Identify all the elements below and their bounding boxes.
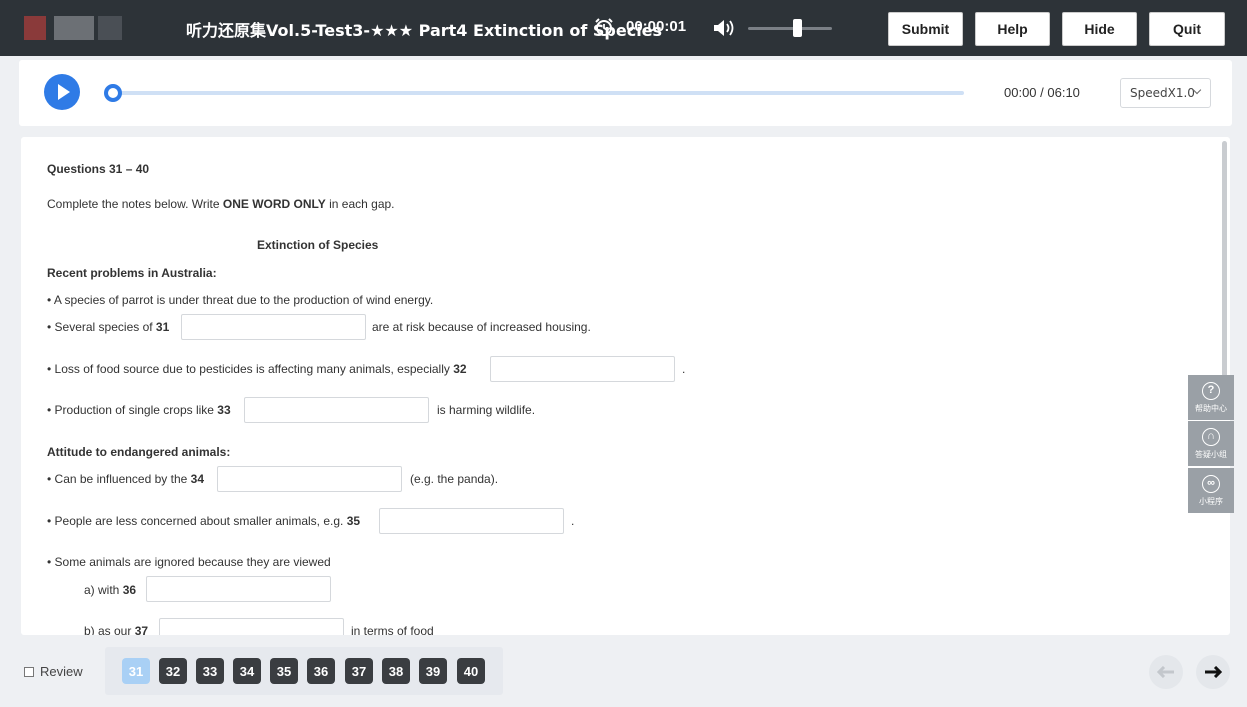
question-nav-36[interactable]: 36 [307,658,335,684]
play-button[interactable] [44,74,80,110]
submit-button[interactable]: Submit [888,12,963,46]
logo [24,16,124,40]
note-line-tail: . [682,362,686,376]
note-line: • Some animals are ignored because they … [47,555,331,569]
section-heading-attitude: Attitude to endangered animals: [47,445,231,459]
question-nav-37[interactable]: 37 [345,658,373,684]
arrow-left-icon [1157,666,1174,678]
speed-value: SpeedX1.0 [1130,86,1195,100]
answer-input-33[interactable] [244,397,429,423]
question-navigator: 31 32 33 34 35 36 37 38 39 40 [105,647,503,695]
mini-program-widget[interactable]: ∞ 小程序 [1188,468,1234,513]
note-line-tail: . [571,514,575,528]
note-line: • Loss of food source due to pesticides … [47,362,467,376]
question-nav-34[interactable]: 34 [233,658,261,684]
audio-progress-track[interactable] [111,91,964,95]
question-nav-32[interactable]: 32 [159,658,187,684]
question-panel: Questions 31 – 40 Complete the notes bel… [21,137,1230,635]
scrollbar[interactable] [1222,141,1227,377]
note-line: a) with 36 [84,583,137,597]
question-nav-31[interactable]: 31 [122,658,150,684]
answer-input-36[interactable] [146,576,331,602]
question-nav-40[interactable]: 40 [457,658,485,684]
note-line-tail: is harming wildlife. [437,403,536,417]
link-icon: ∞ [1202,474,1220,493]
questions-heading: Questions 31 – 40 [47,162,150,176]
widget-label: 帮助中心 [1195,403,1227,413]
quit-button[interactable]: Quit [1149,12,1225,46]
audio-time: 00:00 / 06:10 [1004,85,1080,100]
test-title: 听力还原集Vol.5-Test3-★★★ Part4 Extinction of… [186,21,663,40]
note-line: b) as our 37 [84,624,149,635]
question-nav-38[interactable]: 38 [382,658,410,684]
note-line: • A species of parrot is under threat du… [47,293,434,307]
audio-progress-knob[interactable] [104,84,122,102]
question-nav-39[interactable]: 39 [419,658,447,684]
widget-label: 答疑小组 [1195,449,1227,459]
review-label: Review [40,664,83,679]
alarm-clock-icon [595,18,613,36]
timer: 00:00:01 [626,18,687,35]
instruction: Complete the notes below. Write ONE WORD… [47,197,395,211]
answer-input-37[interactable] [159,618,344,635]
question-nav-33[interactable]: 33 [196,658,224,684]
answer-input-35[interactable] [379,508,564,534]
note-line-tail: are at risk because of increased housing… [372,320,591,334]
note-line: • People are less concerned about smalle… [47,514,361,528]
note-line: • Several species of 31 [47,320,170,334]
prev-arrow-button[interactable] [1149,655,1183,689]
note-line: • Can be influenced by the 34 [47,472,204,486]
top-bar: 听力还原集Vol.5-Test3-★★★ Part4 Extinction of… [0,0,1247,56]
notes-title: Extinction of Species [257,238,379,252]
note-line-tail: (e.g. the panda). [410,472,499,486]
hide-button[interactable]: Hide [1062,12,1137,46]
arrow-right-icon [1205,666,1222,678]
section-heading-australia: Recent problems in Australia: [47,266,217,280]
answer-input-31[interactable] [181,314,366,340]
speed-select[interactable]: SpeedX1.0 [1120,78,1211,108]
answer-input-34[interactable] [217,466,402,492]
help-center-widget[interactable]: ? 帮助中心 [1188,375,1234,420]
widget-label: 小程序 [1199,496,1223,506]
help-button[interactable]: Help [975,12,1050,46]
volume-slider-knob[interactable] [793,19,802,37]
headset-icon: ∩ [1202,427,1220,446]
review-checkbox[interactable] [24,666,34,677]
note-line: • Production of single crops like 33 [47,403,231,417]
support-group-widget[interactable]: ∩ 答疑小组 [1188,421,1234,466]
question-icon: ? [1202,381,1220,400]
audio-player: 00:00 / 06:10 SpeedX1.0 [19,60,1232,126]
volume-icon[interactable] [712,18,738,38]
volume-slider-track[interactable] [748,27,832,30]
question-nav-35[interactable]: 35 [270,658,298,684]
review-toggle[interactable]: Review [24,664,83,679]
next-arrow-button[interactable] [1196,655,1230,689]
answer-input-32[interactable] [490,356,675,382]
note-line-tail: in terms of food [351,624,434,635]
